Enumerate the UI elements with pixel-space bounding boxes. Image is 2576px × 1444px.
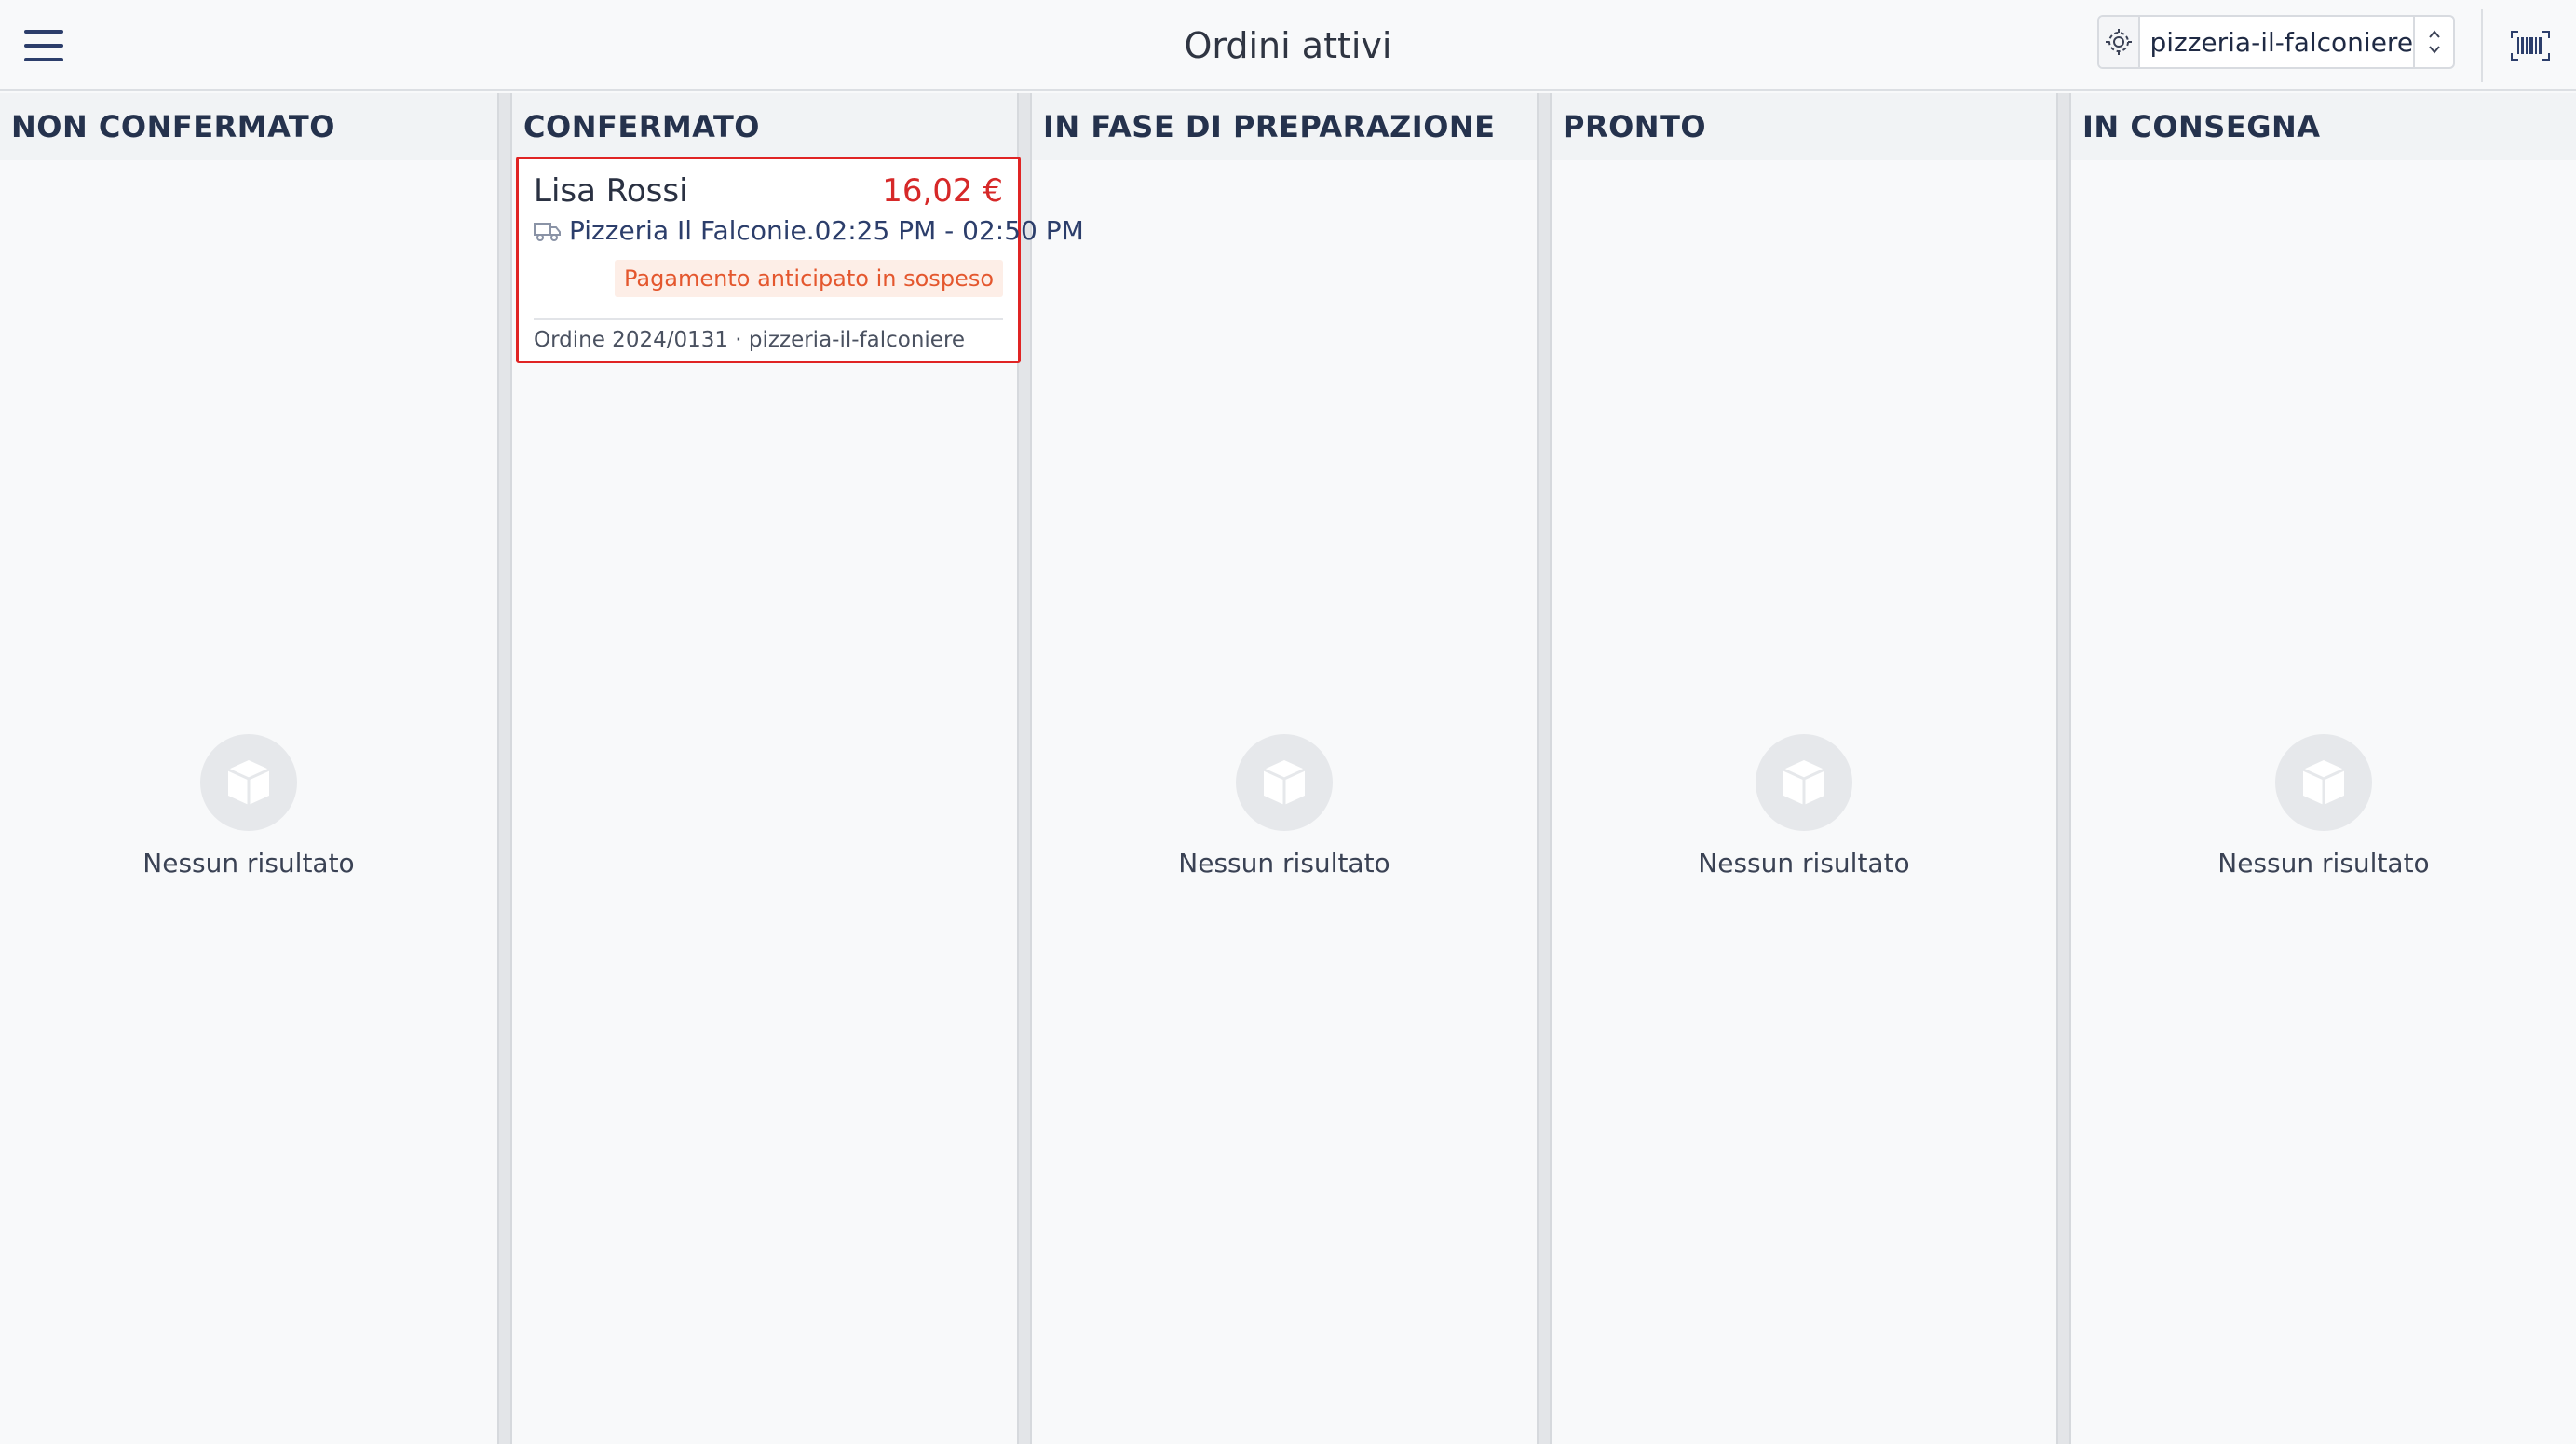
order-store: Pizzeria Il Falconie. xyxy=(569,215,815,246)
column-in-consegna: IN CONSEGNA Nessun risultato xyxy=(2071,93,2576,1444)
column-separator xyxy=(497,93,512,1444)
column-title: CONFERMATO xyxy=(512,93,1017,160)
store-selector[interactable]: pizzeria-il-falconiere xyxy=(2097,15,2455,69)
column-title: NON CONFERMATO xyxy=(0,93,497,160)
card-divider xyxy=(534,318,1003,320)
hamburger-menu-icon[interactable] xyxy=(24,30,63,61)
delivery-truck-icon xyxy=(534,222,561,241)
empty-box-icon xyxy=(200,734,297,831)
empty-text: Nessun risultato xyxy=(1698,848,1910,879)
empty-text: Nessun risultato xyxy=(1178,848,1390,879)
order-amount: 16,02 € xyxy=(882,172,1003,210)
column-title: IN FASE DI PREPARAZIONE xyxy=(1032,93,1537,160)
column-title: PRONTO xyxy=(1552,93,2056,160)
order-customer-name: Lisa Rossi xyxy=(534,172,688,210)
store-gear-icon xyxy=(2099,17,2141,67)
top-bar: Ordini attivi pizzeria-il-falconiere xyxy=(0,0,2576,91)
order-info-line: Pizzeria Il Falconie. 02:25 PM - 02:50 P… xyxy=(534,215,1084,246)
chevron-up-down-icon[interactable] xyxy=(2413,17,2453,67)
empty-state: Nessun risultato xyxy=(1552,734,2056,879)
order-time-window: 02:25 PM - 02:50 PM xyxy=(814,215,1084,246)
orders-board: NON CONFERMATO Nessun risultato CONFERMA… xyxy=(0,93,2576,1444)
empty-state: Nessun risultato xyxy=(0,734,497,879)
empty-box-icon xyxy=(2275,734,2372,831)
column-pronto: PRONTO Nessun risultato xyxy=(1552,93,2056,1444)
empty-text: Nessun risultato xyxy=(142,848,355,879)
column-separator xyxy=(1537,93,1552,1444)
store-selector-value[interactable]: pizzeria-il-falconiere xyxy=(2140,17,2413,67)
empty-state: Nessun risultato xyxy=(1032,734,1537,879)
order-card[interactable]: Lisa Rossi 16,02 € Pizzeria Il Falconie.… xyxy=(516,157,1084,363)
empty-state: Nessun risultato xyxy=(2071,734,2576,879)
column-non-confermato: NON CONFERMATO Nessun risultato xyxy=(0,93,497,1444)
empty-text: Nessun risultato xyxy=(2217,848,2430,879)
column-in-preparazione: IN FASE DI PREPARAZIONE Nessun risultato xyxy=(1032,93,1537,1444)
header-divider xyxy=(2481,9,2483,82)
column-title: IN CONSEGNA xyxy=(2071,93,2576,160)
empty-box-icon xyxy=(1756,734,1852,831)
column-separator xyxy=(2056,93,2071,1444)
payment-status-badge: Pagamento anticipato in sospeso xyxy=(614,260,1003,297)
order-footer: Ordine 2024/0131 · pizzeria-il-falconier… xyxy=(534,328,966,352)
barcode-scanner-icon[interactable] xyxy=(2509,26,2552,65)
empty-box-icon xyxy=(1236,734,1333,831)
